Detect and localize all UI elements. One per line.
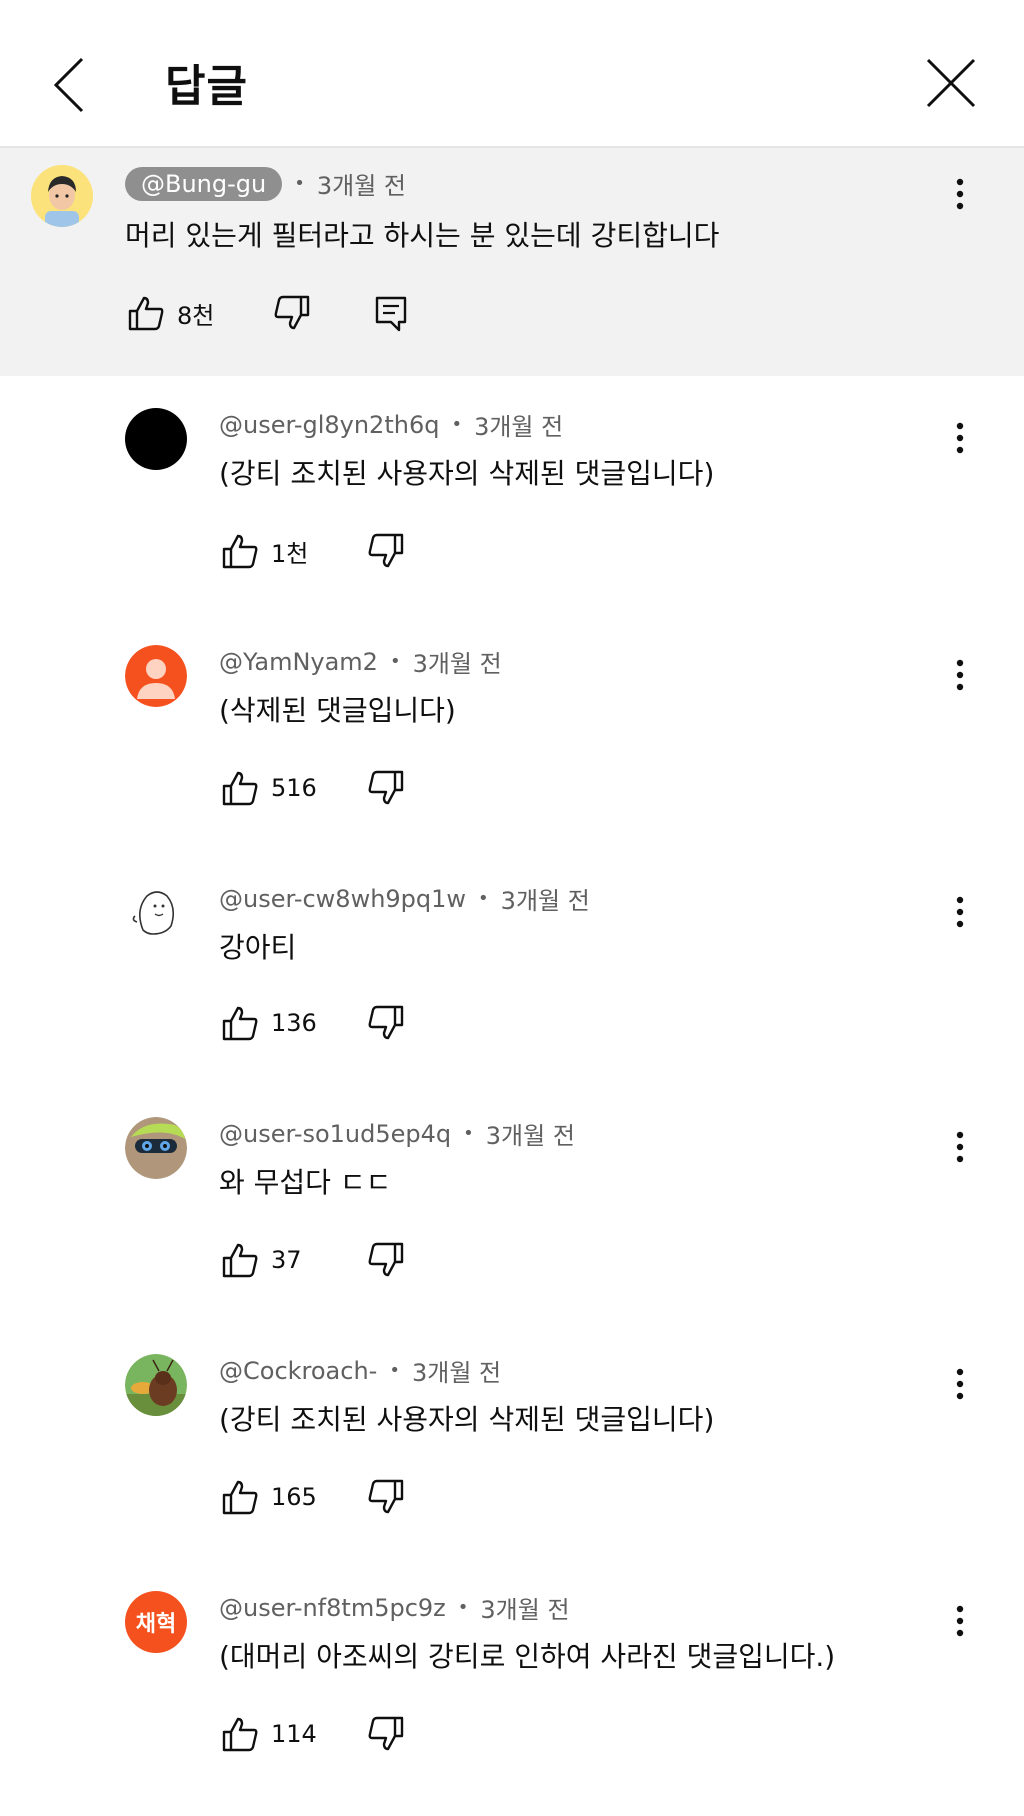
like-count: 114: [271, 1720, 317, 1748]
header: 답글: [0, 0, 1024, 148]
reply-item: @YamNyam2 • 3개월 전 (삭제된 댓글입니다) 516: [0, 613, 1024, 850]
avatar[interactable]: [125, 1354, 187, 1416]
like-icon[interactable]: [221, 1478, 259, 1516]
more-options-icon[interactable]: [945, 418, 975, 458]
separator-dot: •: [457, 1597, 469, 1618]
reply-item: 채혁 @user-nf8tm5pc9z • 3개월 전 (대머리 아조씨의 강티…: [0, 1559, 1024, 1796]
comment-time: 3개월 전: [480, 1596, 570, 1624]
separator-dot: •: [389, 1360, 400, 1381]
more-options-icon[interactable]: [945, 655, 975, 695]
more-options-icon[interactable]: [945, 1364, 975, 1404]
reply-item: @user-cw8wh9pq1w • 3개월 전 강아티 136: [0, 850, 1024, 1085]
comment-text: (강티 조치된 사용자의 삭제된 댓글입니다): [219, 457, 715, 490]
back-arrow-icon[interactable]: [50, 55, 90, 115]
reply-item: @Cockroach- • 3개월 전 (강티 조치된 사용자의 삭제된 댓글입…: [0, 1322, 1024, 1559]
like-icon[interactable]: [127, 294, 165, 332]
default-person-avatar-icon: [125, 645, 187, 707]
parent-comment: @Bung-gu • 3개월 전 머리 있는게 필터라고 하시는 분 있는데 강…: [0, 148, 1024, 376]
separator-dot: •: [451, 414, 463, 435]
like-count: 516: [271, 774, 317, 802]
comment-time: 3개월 전: [485, 1122, 575, 1150]
avatar[interactable]: [125, 408, 187, 470]
avatar[interactable]: 채혁: [125, 1591, 187, 1653]
more-options-icon[interactable]: [945, 1601, 975, 1641]
like-icon[interactable]: [221, 769, 259, 807]
dislike-icon[interactable]: [367, 1004, 405, 1042]
close-icon[interactable]: [924, 56, 978, 110]
like-count: 136: [271, 1009, 317, 1037]
comment-time: 3개월 전: [412, 650, 502, 678]
comment-time: 3개월 전: [474, 413, 564, 441]
like-count: 37: [271, 1246, 302, 1274]
dislike-icon[interactable]: [273, 294, 311, 332]
avatar[interactable]: [125, 1117, 187, 1179]
person-avatar-icon: [31, 165, 93, 227]
separator-dot: •: [463, 1123, 474, 1144]
comment-author[interactable]: @user-nf8tm5pc9z: [219, 1594, 446, 1622]
comment-author[interactable]: @user-so1ud5ep4q: [219, 1120, 451, 1148]
comment-time: 3개월 전: [500, 887, 590, 915]
avatar[interactable]: [125, 645, 187, 707]
reply-icon[interactable]: [373, 294, 411, 332]
like-count: 1천: [271, 539, 309, 568]
reply-item: @user-so1ud5ep4q • 3개월 전 와 무섭다 ㄷㄷ 37: [0, 1085, 1024, 1322]
separator-dot: •: [389, 651, 401, 672]
comment-author[interactable]: @user-cw8wh9pq1w: [219, 885, 466, 913]
avatar[interactable]: [125, 880, 187, 942]
comment-text: 강아티: [219, 931, 297, 964]
comment-text: (삭제된 댓글입니다): [219, 694, 456, 727]
reply-item: @user-gl8yn2th6q • 3개월 전 (강티 조치된 사용자의 삭제…: [0, 376, 1024, 613]
comment-text: (대머리 아조씨의 강티로 인하여 사라진 댓글입니다.): [219, 1640, 836, 1673]
dislike-icon[interactable]: [367, 1478, 405, 1516]
dislike-icon[interactable]: [367, 769, 405, 807]
more-options-icon[interactable]: [945, 892, 975, 932]
comment-author[interactable]: @Bung-gu: [125, 166, 283, 201]
comment-author[interactable]: @user-gl8yn2th6q: [219, 411, 439, 439]
page-title: 답글: [165, 61, 248, 112]
doodle-character-avatar-icon: [125, 880, 187, 942]
dislike-icon[interactable]: [367, 532, 405, 570]
like-icon[interactable]: [221, 1004, 259, 1042]
comment-author[interactable]: @YamNyam2: [219, 648, 378, 676]
like-icon[interactable]: [221, 1715, 259, 1753]
like-count: 8천: [177, 301, 215, 330]
avatar-initials: 채혁: [135, 1612, 177, 1637]
more-options-icon[interactable]: [945, 174, 975, 214]
cockroach-avatar-icon: [125, 1354, 187, 1416]
comment-author[interactable]: @Cockroach-: [219, 1357, 377, 1385]
like-icon[interactable]: [221, 532, 259, 570]
comment-text: 머리 있는게 필터라고 하시는 분 있는데 강티합니다: [125, 219, 720, 252]
mask-character-avatar-icon: [125, 1117, 187, 1179]
avatar[interactable]: [31, 165, 93, 227]
like-count: 165: [271, 1483, 317, 1511]
separator-dot: •: [478, 888, 489, 909]
like-icon[interactable]: [221, 1241, 259, 1279]
more-options-icon[interactable]: [945, 1127, 975, 1167]
comment-text: (강티 조치된 사용자의 삭제된 댓글입니다): [219, 1403, 715, 1436]
dislike-icon[interactable]: [367, 1715, 405, 1753]
comment-time: 3개월 전: [316, 172, 406, 200]
comment-time: 3개월 전: [411, 1359, 502, 1387]
dislike-icon[interactable]: [367, 1241, 405, 1279]
separator-dot: •: [294, 173, 305, 194]
comment-text: 와 무섭다 ㄷㄷ: [219, 1166, 392, 1199]
